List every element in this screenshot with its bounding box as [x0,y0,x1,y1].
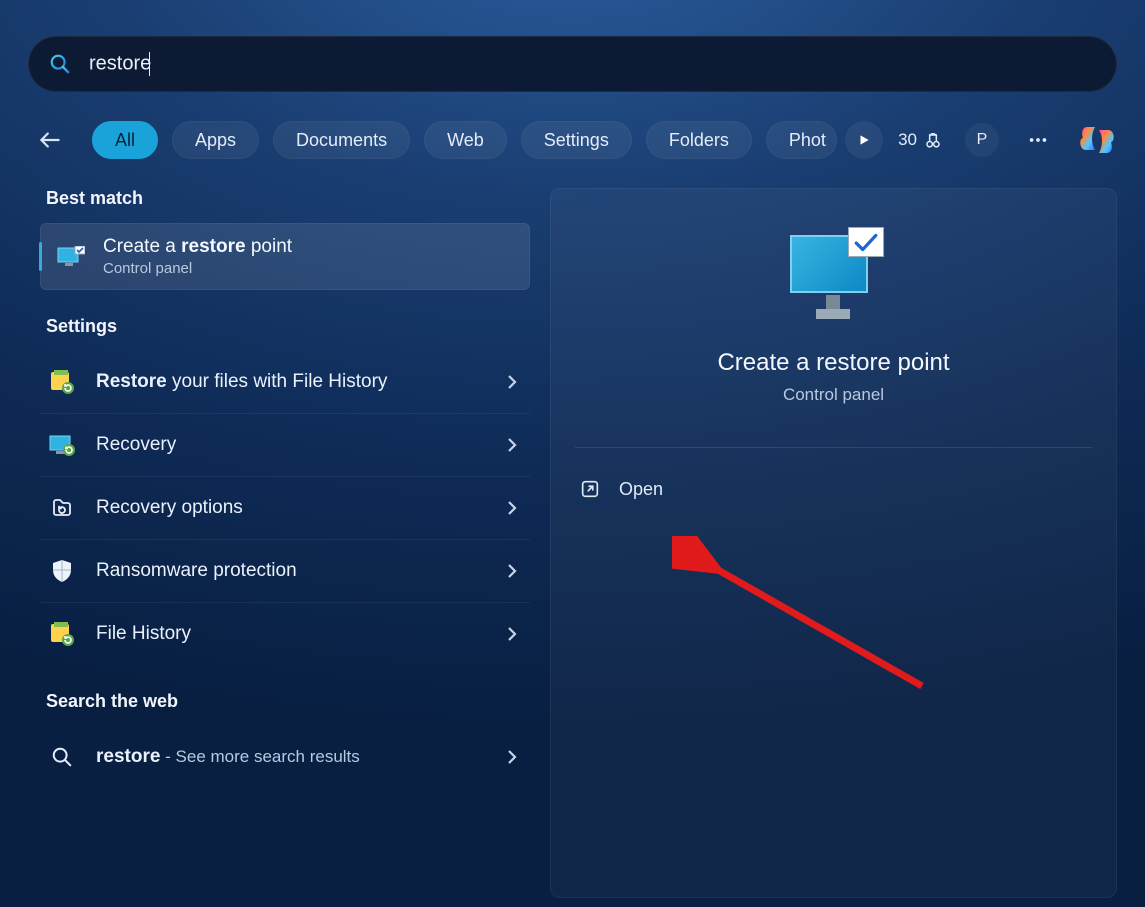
preview-panel: Create a restore point Control panel Ope… [550,188,1117,898]
tab-settings[interactable]: Settings [521,121,632,159]
web-search-item[interactable]: restore - See more search results [40,726,530,788]
file-history-icon [48,621,76,647]
search-bar[interactable]: restore [28,36,1117,92]
chevron-right-icon [506,563,518,579]
setting-label: Restore your files with File History [96,371,486,393]
tab-folders[interactable]: Folders [646,121,752,159]
open-button[interactable]: Open [579,478,1116,500]
preview-restore-icon [784,229,884,319]
best-match-item[interactable]: Create a restore point Control panel [40,223,530,290]
section-search-web: Search the web [46,691,530,712]
setting-restore-files[interactable]: Restore your files with File History [40,351,530,413]
profile-avatar[interactable]: P [965,123,999,157]
preview-subtitle: Control panel [551,385,1116,405]
chevron-right-icon [506,500,518,516]
best-match-subtitle: Control panel [103,260,292,277]
chevron-right-icon [506,749,518,765]
section-best-match: Best match [46,188,530,209]
rewards-points[interactable]: 30 [898,130,943,150]
setting-label: Recovery options [96,497,486,519]
open-label: Open [619,479,663,500]
rewards-icon [923,130,943,150]
setting-recovery-options[interactable]: Recovery options [40,477,530,539]
tab-web[interactable]: Web [424,121,507,159]
chevron-right-icon [506,437,518,453]
setting-file-history[interactable]: File History [40,603,530,665]
file-history-icon [48,369,76,395]
setting-label: Recovery [96,434,486,456]
web-search-label: restore - See more search results [96,746,486,768]
setting-label: Ransomware protection [96,560,486,582]
chevron-right-icon [506,374,518,390]
recovery-options-icon [48,497,76,519]
back-button[interactable] [28,118,72,162]
tab-apps[interactable]: Apps [172,121,259,159]
results-column: Best match Create a restore point Contro… [40,188,530,898]
setting-ransomware[interactable]: Ransomware protection [40,540,530,602]
section-settings: Settings [46,316,530,337]
preview-title: Create a restore point [551,349,1116,377]
shield-icon [48,559,76,583]
scroll-more-button[interactable] [845,121,883,159]
recovery-icon [48,434,76,456]
setting-recovery[interactable]: Recovery [40,414,530,476]
more-button[interactable] [1021,123,1055,157]
tab-documents[interactable]: Documents [273,121,410,159]
restore-point-icon [57,246,85,268]
copilot-icon[interactable] [1077,120,1117,160]
open-icon [579,478,601,500]
chevron-right-icon [506,626,518,642]
tab-photos[interactable]: Phot [766,121,837,159]
filter-row: All Apps Documents Web Settings Folders … [28,118,1117,162]
tab-all[interactable]: All [92,121,158,159]
search-icon [48,746,76,768]
best-match-title: Create a restore point [103,236,292,258]
setting-label: File History [96,623,486,645]
